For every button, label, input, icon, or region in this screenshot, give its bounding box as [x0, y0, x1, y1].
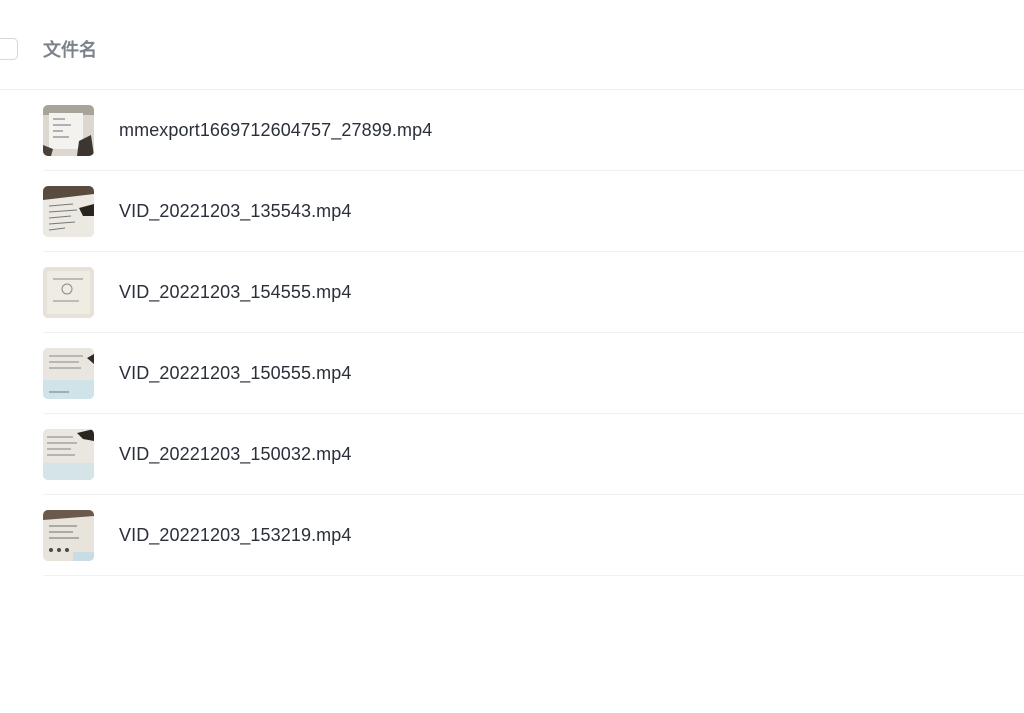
file-row[interactable]: VID_20221203_153219.mp4: [43, 495, 1024, 576]
file-name[interactable]: VID_20221203_135543.mp4: [119, 201, 352, 222]
video-thumbnail-icon: [43, 428, 94, 480]
file-row[interactable]: mmexport1669712604757_27899.mp4: [43, 90, 1024, 171]
file-row[interactable]: VID_20221203_150032.mp4: [43, 414, 1024, 495]
select-all-checkbox[interactable]: [0, 38, 18, 60]
file-row[interactable]: VID_20221203_154555.mp4: [43, 252, 1024, 333]
video-thumbnail-icon: [43, 347, 94, 399]
file-name[interactable]: VID_20221203_150555.mp4: [119, 363, 352, 384]
file-list-header: 文件名: [0, 0, 1024, 90]
file-name[interactable]: VID_20221203_150032.mp4: [119, 444, 352, 465]
video-thumbnail-icon: [43, 266, 94, 318]
file-list-page: 文件名 mmexport1669712604757_27899.mp4 VID_…: [0, 0, 1024, 713]
video-thumbnail-icon: [43, 509, 94, 561]
file-name[interactable]: VID_20221203_153219.mp4: [119, 525, 352, 546]
filename-column-header[interactable]: 文件名: [43, 40, 97, 62]
file-name[interactable]: VID_20221203_154555.mp4: [119, 282, 352, 303]
file-row[interactable]: VID_20221203_135543.mp4: [43, 171, 1024, 252]
video-thumbnail-icon: [43, 104, 94, 156]
video-thumbnail-icon: [43, 185, 94, 237]
file-row[interactable]: VID_20221203_150555.mp4: [43, 333, 1024, 414]
file-list: mmexport1669712604757_27899.mp4 VID_2022…: [43, 90, 1024, 576]
file-name[interactable]: mmexport1669712604757_27899.mp4: [119, 120, 432, 141]
